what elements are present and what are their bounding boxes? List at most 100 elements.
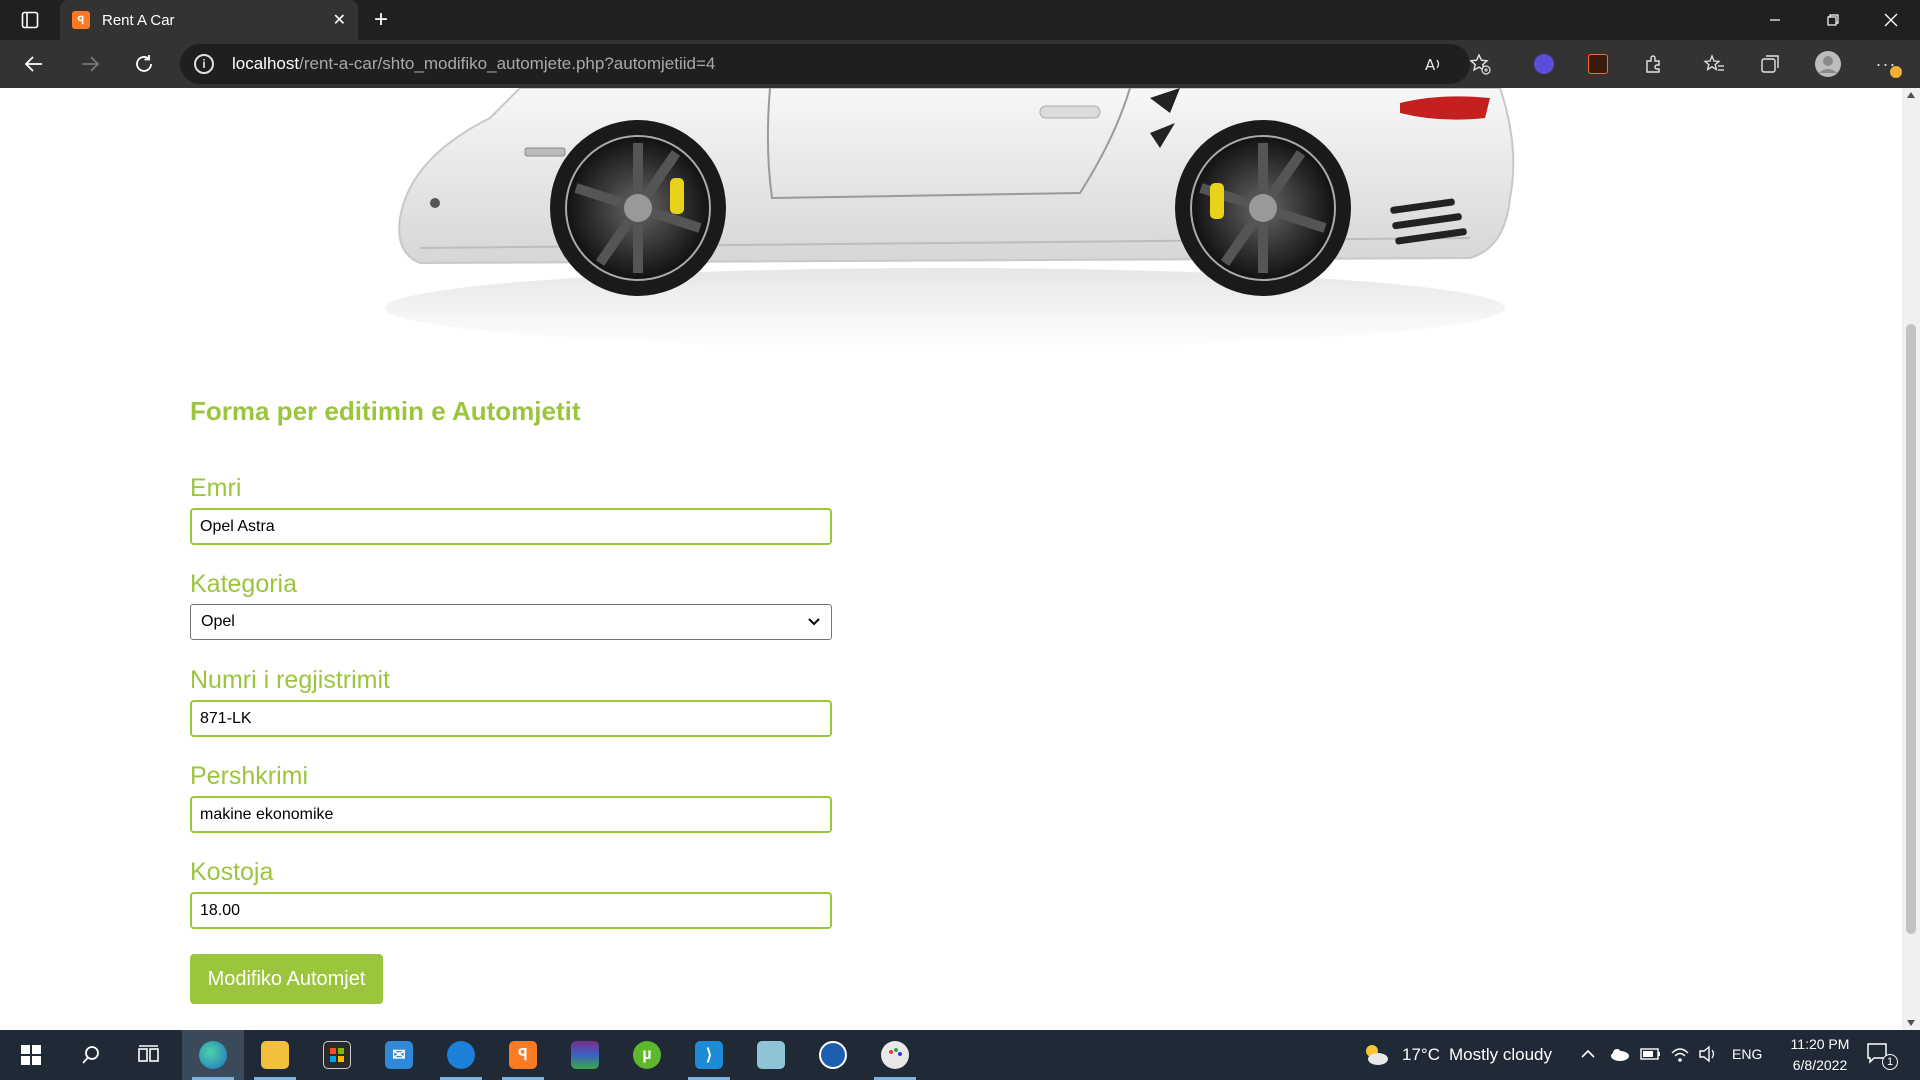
add-favorite-icon[interactable] xyxy=(1464,48,1496,80)
profile-avatar-icon[interactable] xyxy=(1812,48,1844,80)
taskbar-paint-app[interactable] xyxy=(864,1030,926,1080)
volume-icon[interactable] xyxy=(1698,1045,1720,1068)
label-numri-regjistrimit: Numri i regjistrimit xyxy=(190,666,390,694)
notification-center-button[interactable]: 1 xyxy=(1866,1042,1902,1070)
input-numri-regjistrimit[interactable]: 871-LK xyxy=(190,700,832,737)
address-bar[interactable]: i localhost/rent-a-car/shto_modifiko_aut… xyxy=(180,44,1470,84)
task-view-button[interactable] xyxy=(118,1030,180,1080)
tab-close-icon[interactable]: ✕ xyxy=(333,10,346,30)
extension-purple-icon[interactable] xyxy=(1528,48,1560,80)
app-circle-icon xyxy=(819,1041,847,1069)
tab-title: Rent A Car xyxy=(102,11,175,29)
browser-tab-bar: ꟼ Rent A Car ✕ + xyxy=(0,0,1920,40)
taskbar-mail-app[interactable]: ✉ xyxy=(368,1030,430,1080)
url-host: localhost xyxy=(232,54,300,73)
weather-description[interactable]: Mostly cloudy xyxy=(1449,1045,1552,1065)
close-icon xyxy=(1884,13,1898,27)
battery-icon[interactable] xyxy=(1640,1046,1662,1067)
select-kategoria[interactable]: Opel xyxy=(190,604,832,640)
new-tab-button[interactable]: + xyxy=(366,6,396,34)
notes-icon xyxy=(757,1041,785,1069)
hero-car-image xyxy=(385,88,1515,346)
restore-button[interactable] xyxy=(1804,0,1862,40)
refresh-button[interactable] xyxy=(126,46,162,82)
task-view-icon xyxy=(138,1045,159,1062)
back-button[interactable] xyxy=(16,46,52,82)
tab-actions-icon xyxy=(21,11,39,29)
vscode-icon: ⟩ xyxy=(695,1041,723,1069)
page-viewport: Forma per editimin e Automjetit Emri Ope… xyxy=(0,88,1902,1030)
label-kostoja: Kostoja xyxy=(190,858,274,886)
label-pershkrimi: Pershkrimi xyxy=(190,762,309,790)
scroll-down-arrow-icon[interactable] xyxy=(1907,1020,1915,1026)
minimize-icon xyxy=(1770,19,1780,21)
extension-orange-icon[interactable] xyxy=(1582,48,1614,80)
select-kategoria-value: Opel xyxy=(201,613,235,630)
browser-tab[interactable]: ꟼ Rent A Car ✕ xyxy=(60,0,358,40)
form-title: Forma per editimin e Automjetit xyxy=(190,396,581,426)
folder-icon xyxy=(261,1041,289,1069)
store-bag-icon xyxy=(323,1041,351,1069)
taskbar-app-blue-circle[interactable] xyxy=(802,1030,864,1080)
refresh-icon xyxy=(136,55,152,72)
restore-icon xyxy=(1827,14,1839,26)
notification-count-badge: 1 xyxy=(1882,1054,1898,1070)
back-arrow-icon xyxy=(24,56,42,72)
extensions-puzzle-icon[interactable] xyxy=(1638,48,1670,80)
blue-browser-icon xyxy=(447,1041,475,1069)
winrar-icon xyxy=(571,1041,599,1069)
xampp-icon: ꟼ xyxy=(509,1041,537,1069)
label-emri: Emri xyxy=(190,474,242,502)
language-indicator[interactable]: ENG xyxy=(1732,1046,1762,1062)
tab-actions-button[interactable] xyxy=(12,6,48,34)
taskbar-winrar-app[interactable] xyxy=(554,1030,616,1080)
collections-icon[interactable] xyxy=(1754,48,1786,80)
windows-logo-icon xyxy=(21,1045,41,1065)
site-info-icon[interactable]: i xyxy=(194,54,214,74)
xampp-favicon-icon: ꟼ xyxy=(72,11,90,29)
search-button[interactable] xyxy=(60,1030,122,1080)
url-text[interactable]: localhost/rent-a-car/shto_modifiko_autom… xyxy=(232,54,715,74)
browser-toolbar: i localhost/rent-a-car/shto_modifiko_aut… xyxy=(0,40,1920,88)
clock[interactable]: 11:20 PM 6/8/2022 xyxy=(1770,1034,1870,1076)
search-icon xyxy=(82,1046,99,1064)
minimize-button[interactable] xyxy=(1746,0,1804,40)
close-window-button[interactable] xyxy=(1862,0,1920,40)
page-scrollbar[interactable] xyxy=(1902,88,1920,1030)
taskbar-utorrent-app[interactable]: µ xyxy=(616,1030,678,1080)
tray-chevron-up-icon[interactable] xyxy=(1580,1046,1596,1067)
windows-taskbar: ✉ ꟼ µ ⟩ 17°C Mostly cloudy ENG 11:20 PM … xyxy=(0,1030,1920,1080)
onedrive-cloud-icon[interactable] xyxy=(1608,1046,1630,1067)
input-kostoja[interactable]: 18.00 xyxy=(190,892,832,929)
chevron-down-icon xyxy=(808,618,820,626)
clock-date: 6/8/2022 xyxy=(1792,1057,1848,1073)
forward-arrow-icon xyxy=(82,56,100,72)
taskbar-xampp-app[interactable]: ꟼ xyxy=(492,1030,554,1080)
input-pershkrimi[interactable]: makine ekonomike xyxy=(190,796,832,833)
taskbar-file-explorer-app[interactable] xyxy=(244,1030,306,1080)
taskbar-vscode-app[interactable]: ⟩ xyxy=(678,1030,740,1080)
wifi-icon[interactable] xyxy=(1670,1045,1690,1068)
scroll-up-arrow-icon[interactable] xyxy=(1907,92,1915,98)
svg-text:A: A xyxy=(1425,56,1436,74)
start-button[interactable] xyxy=(0,1030,62,1080)
read-aloud-icon[interactable]: A xyxy=(1418,48,1450,80)
weather-temperature[interactable]: 17°C xyxy=(1402,1045,1440,1065)
modifiko-automjet-button[interactable]: Modifiko Automjet xyxy=(190,954,383,1004)
edge-icon xyxy=(199,1041,227,1069)
forward-button[interactable] xyxy=(72,46,108,82)
scrollbar-thumb[interactable] xyxy=(1906,324,1916,934)
settings-more-icon[interactable]: ··· xyxy=(1870,48,1902,80)
favorites-icon[interactable] xyxy=(1698,48,1730,80)
taskbar-store-app[interactable] xyxy=(306,1030,368,1080)
taskbar-edge-app[interactable] xyxy=(182,1030,244,1080)
url-path: /rent-a-car/shto_modifiko_automjete.php?… xyxy=(299,54,716,73)
clock-time: 11:20 PM xyxy=(1790,1036,1850,1052)
mail-icon: ✉ xyxy=(385,1041,413,1069)
utorrent-icon: µ xyxy=(633,1041,661,1069)
input-emri[interactable]: Opel Astra xyxy=(190,508,832,545)
taskbar-browser-app[interactable] xyxy=(430,1030,492,1080)
label-kategoria: Kategoria xyxy=(190,570,298,598)
taskbar-notes-app[interactable] xyxy=(740,1030,802,1080)
weather-icon[interactable] xyxy=(1362,1042,1390,1073)
